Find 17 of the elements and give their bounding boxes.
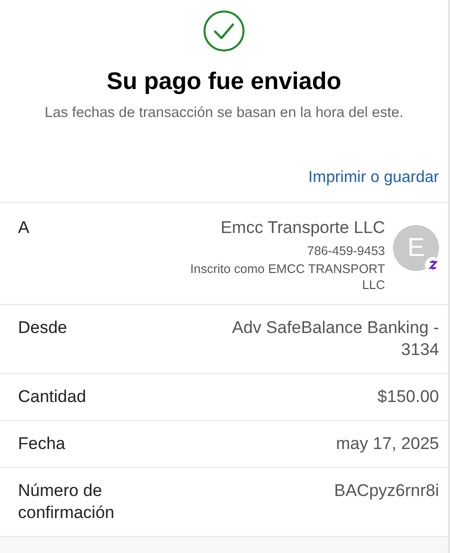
page-title: Su pago fue enviado — [106, 70, 342, 94]
row-label: Fecha — [18, 432, 66, 455]
badge-icon — [425, 256, 441, 272]
enrolled-note: Inscrito como EMCC TRANSPORT LLC — [189, 260, 385, 293]
subtitle: Las fechas de transacción se basan en la hora del este. — [44, 106, 404, 120]
row-label: Desde — [18, 316, 68, 339]
payee-phone: 786-459-9453 — [307, 243, 385, 260]
row-value: $150.00 — [376, 386, 439, 408]
row-label: A — [18, 216, 30, 238]
payee-name: Emcc Transporte LLC — [220, 216, 385, 238]
print-or-save-link[interactable]: Imprimir o guardar — [308, 166, 439, 190]
row-label: Cantidad — [18, 386, 88, 408]
row-label: Número de confirmación — [18, 480, 116, 524]
row-value: may 17, 2025 — [334, 432, 439, 455]
row-value: Adv SafeBalance Banking - 3134 — [231, 316, 439, 361]
success-check-icon — [203, 10, 245, 52]
row-value: BACpyz6rnr8i — [333, 480, 439, 502]
